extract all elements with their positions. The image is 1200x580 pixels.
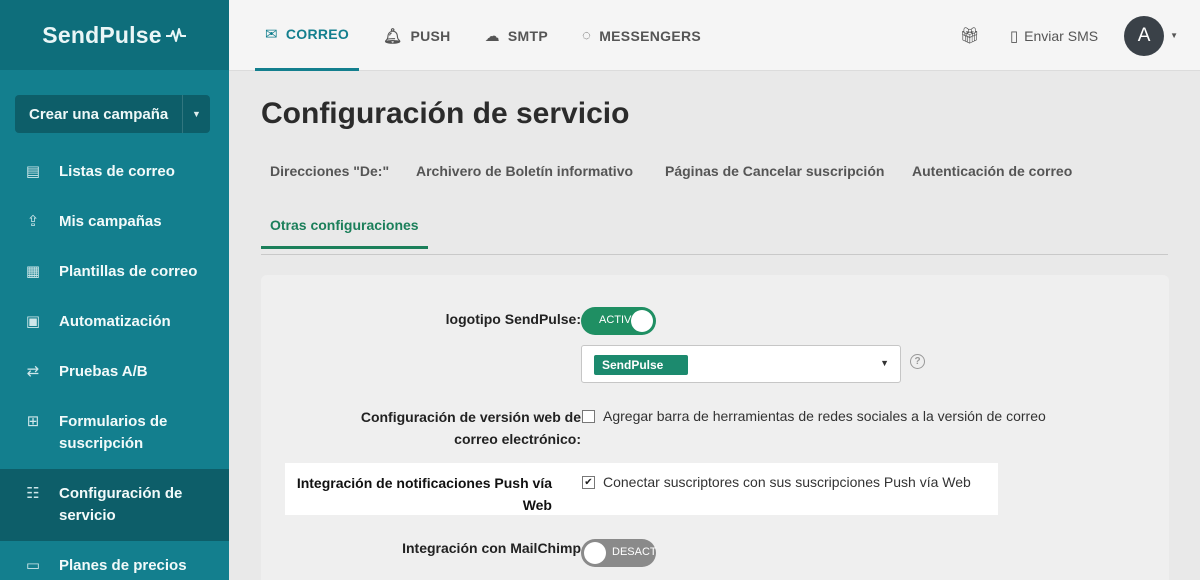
logo-option-label: SendPulse [602,358,664,372]
subtab-newsletter-archive[interactable]: Archivero de Boletín informativo [407,151,642,191]
sidebar-item-automation[interactable]: ▣ Automatización [0,297,229,347]
send-sms-link[interactable]: ▯ Enviar SMS [1010,27,1098,45]
sidebar-item-settings[interactable]: ☷ Configuración de servicio [0,469,229,541]
pulse-icon [165,28,186,42]
toggle-state-label: ACTIV [599,314,632,326]
tab-label: CORREO [285,26,350,42]
sidebar-item-label: Pruebas A/B [59,363,148,380]
logo-select[interactable]: SendPulse ▼ [581,345,901,383]
tab-label: SMTP [507,27,548,44]
toggle-knob [631,310,653,332]
mailchimp-toggle[interactable]: DESACT [581,539,657,567]
avatar[interactable]: A [1124,15,1165,56]
topbar-actions: 🎁︎ ▯ Enviar SMS A ▼ [960,0,1200,71]
toggle-state-label: DESACT [612,546,657,558]
wallet-icon: ▭ [25,557,41,574]
subtab-other-settings[interactable]: Otras configuraciones [261,205,428,249]
logo-toggle[interactable]: ACTIV [581,307,656,335]
bell-icon: 🔔︎ [383,27,403,45]
ab-test-icon: ⇄ [26,363,40,380]
tab-email[interactable]: ✉ CORREO [255,0,360,71]
template-icon: ▦ [25,263,41,280]
push-option-label: Conectar suscriptores con sus suscripcio… [603,474,971,490]
list-icon: ▤ [25,163,41,180]
tab-label: PUSH [410,27,451,44]
push-setting-label: Integración de notificaciones Push vía W… [296,475,552,513]
avatar-initial: A [1137,24,1151,46]
sidebar-item-label: Mis campañas [59,213,162,230]
automation-icon: ▣ [25,313,41,330]
form-icon: ⊞ [26,413,40,430]
settings-icon: ☷ [26,485,40,502]
chat-icon: ◌ [581,27,592,44]
sidebar-menu: ▤ Listas de correo ⇪ Mis campañas ▦ Plan… [0,147,229,580]
sidebar-item-label: Automatización [59,313,171,330]
tab-push[interactable]: 🔔︎ PUSH [373,0,460,71]
sidebar-item-templates[interactable]: ▦ Plantillas de correo [0,247,229,297]
brand-name: SendPulse [42,21,162,48]
tab-messengers[interactable]: ◌ MESSENGERS [572,0,711,71]
page-title: Configuración de servicio [261,97,630,130]
brand-logo[interactable]: SendPulse [0,0,229,70]
sidebar-item-campaigns[interactable]: ⇪ Mis campañas [0,197,229,247]
sidebar-item-label: Configuración de servicio [59,485,183,524]
sidebar-item-ab-tests[interactable]: ⇄ Pruebas A/B [0,347,229,397]
help-icon[interactable]: ? [910,354,925,369]
push-option[interactable]: ✔ Conectar suscriptores con sus suscripc… [582,474,971,490]
settings-card: logotipo SendPulse: ACTIV SendPulse ▼ ? … [261,275,1169,580]
push-subscribers-checkbox[interactable]: ✔ [582,475,595,489]
sidebar-item-label: Formularios de suscripción [59,413,168,452]
product-tabs: ✉ CORREO 🔔︎ PUSH ☁ SMTP ◌ MESSENGERS [255,0,725,71]
send-sms-label: Enviar SMS [1024,27,1099,44]
sidebar: SendPulse Crear una campaña ▼ ▤ Listas d… [0,0,229,580]
webversion-option[interactable]: Agregar barra de herramientas de redes s… [582,408,1046,424]
top-nav: ✉ CORREO 🔔︎ PUSH ☁ SMTP ◌ MESSENGERS 🎁︎ … [229,0,1200,71]
push-integration-row: Integración de notificaciones Push vía W… [285,463,998,515]
create-campaign-button[interactable]: Crear una campaña ▼ [15,95,210,133]
sidebar-item-forms[interactable]: ⊞ Formularios de suscripción [0,397,229,469]
cloud-icon: ☁ [484,27,500,45]
sidebar-item-lists[interactable]: ▤ Listas de correo [0,147,229,197]
chevron-down-icon: ▼ [880,358,889,368]
toggle-knob [584,542,606,564]
sidebar-item-label: Plantillas de correo [59,263,198,280]
tab-label: MESSENGERS [599,27,702,44]
mailchimp-setting-label: Integración con MailChimp [402,540,581,556]
subtab-email-authentication[interactable]: Autenticación de correo [903,151,1081,191]
gift-icon[interactable]: 🎁︎ [960,26,980,46]
phone-icon: ▯ [1009,27,1019,45]
send-icon: ⇪ [26,213,40,230]
settings-subtabs: Direcciones "De:" Archivero de Boletín i… [261,151,1168,255]
logo-setting-label: logotipo SendPulse: [445,311,581,327]
chevron-down-icon[interactable]: ▼ [1170,31,1178,40]
tab-smtp[interactable]: ☁ SMTP [475,0,558,71]
subtab-unsubscribe-pages[interactable]: Páginas de Cancelar suscripción [656,151,893,191]
social-toolbar-checkbox[interactable] [582,409,595,423]
chevron-down-icon[interactable]: ▼ [182,95,210,133]
webversion-option-label: Agregar barra de herramientas de redes s… [603,408,1046,424]
sidebar-item-pricing[interactable]: ▭ Planes de precios [0,541,229,580]
subtab-from-addresses[interactable]: Direcciones "De:" [261,151,398,191]
sendpulse-logo-option: SendPulse [594,355,688,375]
sidebar-item-label: Listas de correo [59,163,175,180]
webversion-setting-label: Configuración de versión web de correo e… [360,409,581,447]
sidebar-item-label: Planes de precios [59,557,187,574]
create-campaign-label: Crear una campaña [29,105,169,123]
mail-icon: ✉ [265,26,278,43]
